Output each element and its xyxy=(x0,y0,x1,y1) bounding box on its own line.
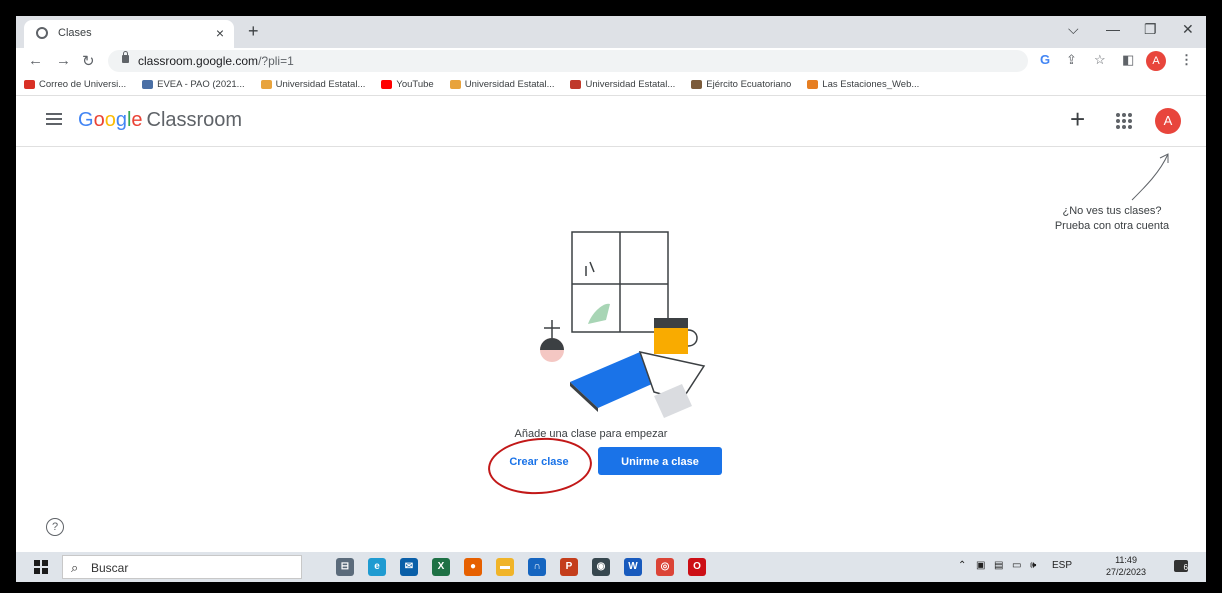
camera-icon[interactable]: ◉ xyxy=(592,558,610,576)
lock-icon xyxy=(122,51,129,63)
bookmark-label: Ejército Ecuatoriano xyxy=(706,79,792,90)
reload-icon[interactable]: ↻ xyxy=(82,52,95,70)
restore-button[interactable]: ❐ xyxy=(1144,21,1157,38)
close-window-button[interactable]: ✕ xyxy=(1182,21,1194,38)
bookmark-label: Correo de Universi... xyxy=(39,79,127,90)
word-icon[interactable]: W xyxy=(624,558,642,576)
firefox-icon[interactable]: ● xyxy=(464,558,482,576)
headphones-icon[interactable]: ∩ xyxy=(528,558,546,576)
bookmark-label: Universidad Estatal... xyxy=(275,79,366,90)
network-icon[interactable]: ▭ xyxy=(1012,560,1021,571)
help-icon[interactable]: ? xyxy=(46,518,64,536)
notification-icon[interactable]: 6 xyxy=(1174,560,1188,572)
bookmark-item[interactable]: Universidad Estatal... xyxy=(449,79,555,90)
university-shield-icon xyxy=(570,80,582,89)
chrome-icon[interactable]: ◎ xyxy=(656,558,674,576)
more-menu-icon[interactable]: ⋮ xyxy=(1180,52,1193,68)
bookmark-label: Las Estaciones_Web... xyxy=(822,79,920,90)
favicon-icon xyxy=(36,27,48,39)
volume-icon[interactable]: 🕪 xyxy=(1030,560,1036,571)
close-tab-icon[interactable]: × xyxy=(216,25,224,41)
bookmark-item[interactable]: Correo de Universi... xyxy=(24,79,126,90)
google-apps-icon[interactable] xyxy=(1116,113,1132,129)
university-icon xyxy=(449,80,461,89)
tray-chevron-icon[interactable]: ⌃ xyxy=(958,560,966,571)
hint-arrow-icon xyxy=(1131,153,1169,201)
search-icon: ⌕ xyxy=(71,560,79,575)
bookmark-item[interactable]: Las Estaciones_Web... xyxy=(807,79,919,90)
mail-icon[interactable]: ✉ xyxy=(400,558,418,576)
forward-arrow-icon[interactable]: → xyxy=(56,52,71,69)
bookmarks-bar: Correo de Universi... EVEA - PAO (2021...… xyxy=(16,74,1206,96)
taskbar-clock[interactable]: 11:49 27/2/2023 xyxy=(1106,554,1146,578)
edge-icon[interactable]: e xyxy=(368,558,386,576)
account-avatar[interactable]: A xyxy=(1155,108,1181,134)
side-panel-icon[interactable]: ◧ xyxy=(1122,52,1134,68)
minimize-button[interactable]: — xyxy=(1106,21,1120,37)
gmail-icon xyxy=(24,80,35,89)
tray-app2-icon[interactable]: ▤ xyxy=(994,560,1003,571)
classroom-header: Google Classroom + A xyxy=(16,96,1206,147)
bookmark-item[interactable]: Ejército Ecuatoriano xyxy=(691,79,791,90)
add-class-button[interactable]: + xyxy=(1070,104,1085,135)
bookmark-label: YouTube xyxy=(396,79,434,90)
share-icon[interactable]: ⇪ xyxy=(1066,52,1077,68)
windows-start-icon[interactable] xyxy=(34,560,48,574)
empty-state-message: Añade una clase para empezar xyxy=(514,428,668,440)
empty-state-illustration xyxy=(540,231,706,418)
browser-tabstrip: Clases × + ⌵ — ❐ ✕ xyxy=(16,16,1206,48)
search-placeholder: Buscar xyxy=(91,561,129,575)
main-menu-icon[interactable] xyxy=(46,113,62,125)
screenshot-frame: Clases × + ⌵ — ❐ ✕ ← → ↻ classroom.googl… xyxy=(0,0,1222,593)
google-translate-icon[interactable]: G xyxy=(1040,52,1050,67)
browser-toolbar: ← → ↻ classroom.google.com/?pli=1 G ⇪ ☆ … xyxy=(16,48,1206,74)
no-classes-hint: ¿No ves tus clases? Prueba con otra cuen… xyxy=(1054,205,1170,232)
task-view-icon[interactable]: ⊟ xyxy=(336,558,354,576)
bookmark-label: Universidad Estatal... xyxy=(464,79,555,90)
army-icon xyxy=(691,80,703,89)
create-class-button[interactable]: Crear clase xyxy=(501,447,577,475)
language-indicator[interactable]: ESP xyxy=(1052,560,1072,571)
tab-clases[interactable]: Clases × xyxy=(24,20,234,48)
bookmark-star-icon[interactable]: ☆ xyxy=(1094,52,1106,68)
back-arrow-icon[interactable]: ← xyxy=(28,52,43,69)
tab-search-icon[interactable]: ⌵ xyxy=(1068,21,1079,38)
powerpoint-icon[interactable]: P xyxy=(560,558,578,576)
bookmark-label: Universidad Estatal... xyxy=(585,79,676,90)
new-tab-button[interactable]: + xyxy=(248,21,259,42)
address-bar[interactable]: classroom.google.com/?pli=1 xyxy=(108,50,1028,72)
google-classroom-logo[interactable]: Google Classroom xyxy=(78,109,242,132)
excel-icon[interactable]: X xyxy=(432,558,450,576)
url-text: classroom.google.com/?pli=1 xyxy=(138,54,294,68)
evea-icon xyxy=(142,80,154,89)
tab-title: Clases xyxy=(58,27,92,39)
bookmark-item[interactable]: Universidad Estatal... xyxy=(260,79,366,90)
bookmark-item[interactable]: EVEA - PAO (2021... xyxy=(142,79,245,90)
file-explorer-icon[interactable]: ▬ xyxy=(496,558,514,576)
university-icon xyxy=(260,80,272,89)
screen: Clases × + ⌵ — ❐ ✕ ← → ↻ classroom.googl… xyxy=(16,16,1206,582)
opera-icon[interactable]: O xyxy=(688,558,706,576)
stations-icon xyxy=(807,80,819,89)
join-class-button[interactable]: Unirme a clase xyxy=(598,447,722,475)
bookmark-item[interactable]: YouTube xyxy=(381,79,434,90)
tray-app-icon[interactable]: ▣ xyxy=(976,560,985,571)
bookmark-label: EVEA - PAO (2021... xyxy=(157,79,245,90)
taskbar-search[interactable]: ⌕ Buscar xyxy=(62,555,302,579)
profile-avatar-small[interactable]: A xyxy=(1146,51,1166,71)
youtube-icon xyxy=(381,80,393,89)
windows-taskbar: ⌕ Buscar ⊟ e ✉ X ● ▬ ∩ P ◉ W ◎ O ⌃ ▣ ▤ ▭ 🕪 ESP 11:4… xyxy=(16,552,1206,582)
bookmark-item[interactable]: Universidad Estatal... xyxy=(570,79,675,90)
